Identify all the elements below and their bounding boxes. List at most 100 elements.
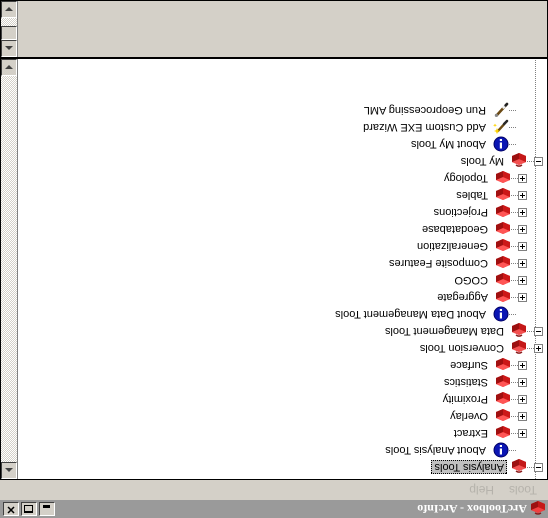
expand-icon[interactable] [534, 344, 543, 353]
collapse-icon[interactable] [534, 157, 543, 166]
tree-item-label: Tables [456, 189, 488, 202]
tree-vertical-scrollbar[interactable] [1, 59, 18, 479]
tree-item-tables[interactable]: Tables [18, 187, 547, 204]
expand-icon[interactable] [518, 412, 527, 421]
tree-item-label: Surface [450, 359, 488, 372]
expand-icon[interactable] [518, 259, 527, 268]
minimize-button[interactable] [39, 502, 55, 516]
tree-item-about-data-management-tools[interactable]: About Data Management Tools [18, 306, 547, 323]
tree-item-surface[interactable]: Surface [18, 357, 547, 374]
tree-item-label: Conversion Tools [419, 342, 504, 355]
message-scroll-track[interactable] [1, 18, 17, 40]
close-button[interactable]: ✕ [3, 502, 19, 516]
tree-item-generalization[interactable]: Generalization [18, 238, 547, 255]
toolset-icon [495, 426, 511, 442]
tree-connector-line [511, 272, 518, 289]
window-title: ArcToolbox - ArcInfo [417, 502, 527, 517]
tree-item-label: Topology [443, 172, 488, 185]
toolset-icon [495, 392, 511, 408]
tree-connector-line [527, 323, 534, 340]
client-area: Analysis Tools About Analysis Tools Extrac… [0, 0, 548, 480]
tree-connector-line [509, 119, 516, 136]
tree-connector-line [509, 442, 516, 459]
tree-item-label: Overlay [450, 410, 488, 423]
tree-item-conversion-tools[interactable]: Conversion Tools [18, 340, 547, 357]
tree-item-label: Analysis Tools [431, 460, 507, 475]
toolset-icon [495, 171, 511, 187]
menu-tools[interactable]: Tools [501, 482, 544, 500]
expand-icon[interactable] [518, 191, 527, 200]
toolbox-tree[interactable]: Analysis Tools About Analysis Tools Extrac… [18, 59, 547, 479]
info-icon [493, 137, 509, 153]
minimize-icon [43, 505, 51, 508]
expand-icon[interactable] [518, 225, 527, 234]
tree-item-geodatabase[interactable]: Geodatabase [18, 221, 547, 238]
message-scroll-down-button[interactable] [1, 1, 17, 18]
tree-item-proximity[interactable]: Proximity [18, 391, 547, 408]
expand-icon[interactable] [518, 242, 527, 251]
tree-connector-line [527, 153, 534, 170]
tree-item-run-geoprocessing-aml[interactable]: Run Geoprocessing AML [18, 102, 547, 119]
tree-item-about-analysis-tools[interactable]: About Analysis Tools [18, 442, 547, 459]
expand-icon[interactable] [518, 174, 527, 183]
tree-item-label: Projections [433, 206, 488, 219]
scroll-up-button[interactable] [1, 462, 17, 479]
tree-item-composite-features[interactable]: Composite Features [18, 255, 547, 272]
menu-help[interactable]: Help [461, 482, 501, 500]
tree-item-label: Generalization [417, 240, 488, 253]
tree-item-my-tools[interactable]: My Tools [18, 153, 547, 170]
tree-connector-line [511, 221, 518, 238]
expand-icon[interactable] [518, 276, 527, 285]
collapse-icon[interactable] [534, 463, 543, 472]
rotated-screenshot-stage: ArcToolbox - ArcInfo ✕ Tools Help Analys [0, 0, 548, 518]
expand-icon[interactable] [518, 208, 527, 217]
expand-icon[interactable] [518, 361, 527, 370]
tree-item-overlay[interactable]: Overlay [18, 408, 547, 425]
tree-connector-line [527, 459, 534, 476]
info-icon [493, 307, 509, 323]
toolset-icon [495, 375, 511, 391]
scroll-track[interactable] [1, 76, 17, 462]
tree-item-projections[interactable]: Projections [18, 204, 547, 221]
scroll-up-arrow-icon [5, 468, 13, 473]
tree-connector-line [511, 391, 518, 408]
tree-connector-line [511, 408, 518, 425]
close-icon: ✕ [6, 503, 16, 516]
tree-item-statistics[interactable]: Statistics [18, 374, 547, 391]
toolset-icon [495, 239, 511, 255]
title-bar[interactable]: ArcToolbox - ArcInfo ✕ [0, 500, 548, 518]
expand-icon[interactable] [518, 395, 527, 404]
tree-item-extract[interactable]: Extract [18, 425, 547, 442]
tree-item-label: Data Management Tools [384, 325, 504, 338]
toolset-icon [495, 256, 511, 272]
menu-bar: Tools Help [0, 480, 548, 500]
tree-item-add-custom-exe-wizard[interactable]: Add Custom EXE Wizard [18, 119, 547, 136]
tree-connector-line [511, 204, 518, 221]
tree-item-data-management-tools[interactable]: Data Management Tools [18, 323, 547, 340]
tree-item-aggregate[interactable]: Aggregate [18, 289, 547, 306]
toolbox-icon [511, 153, 527, 170]
message-scroll-up-button[interactable] [1, 40, 17, 57]
tree-item-about-my-tools[interactable]: About My Tools [18, 136, 547, 153]
tree-item-label: Run Geoprocessing AML [363, 104, 486, 117]
expand-icon[interactable] [518, 293, 527, 302]
toolset-icon [495, 273, 511, 289]
expand-icon[interactable] [518, 378, 527, 387]
message-panel-scrollbar[interactable] [1, 1, 18, 57]
tree-connector-line [509, 102, 516, 119]
tree-item-topology[interactable]: Topology [18, 170, 547, 187]
expand-icon[interactable] [518, 429, 527, 438]
scroll-down-button[interactable] [1, 59, 17, 76]
tree-item-cogo[interactable]: COGO [18, 272, 547, 289]
message-scroll-thumb[interactable] [1, 26, 17, 40]
tree-item-analysis-tools[interactable]: Analysis Tools [18, 459, 547, 476]
collapse-icon[interactable] [534, 327, 543, 336]
maximize-button[interactable] [21, 502, 37, 516]
